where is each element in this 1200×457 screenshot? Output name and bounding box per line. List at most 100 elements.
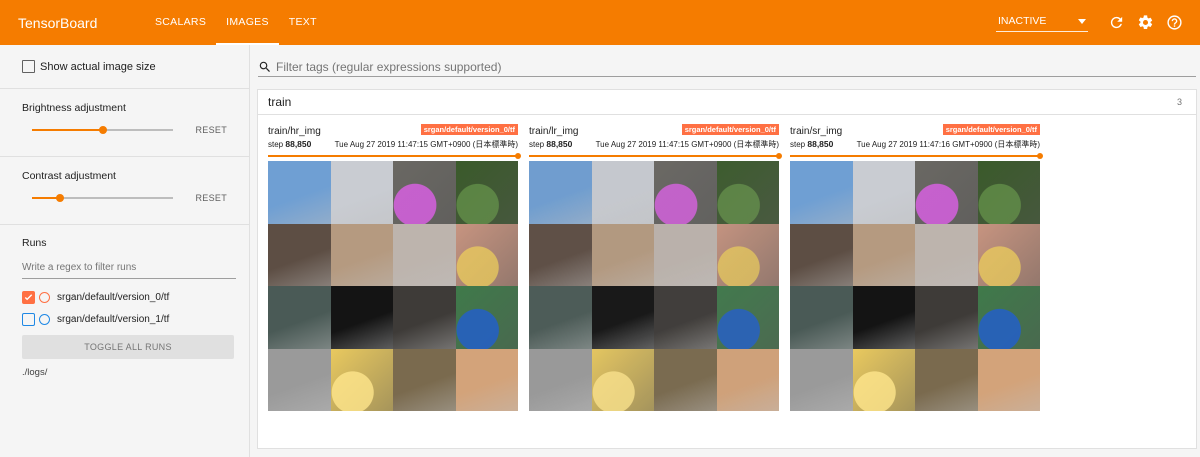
image-tile [455,348,518,411]
step-slider[interactable] [790,153,1043,159]
image-tile [852,348,915,411]
tag-group-header[interactable]: train 3 [258,90,1196,115]
image-tag: train/hr_img [268,126,321,137]
image-tile [268,223,331,286]
help-icon[interactable] [1160,9,1188,37]
tag-group-panel: train 3 train/hr_img srgan/default/versio… [257,89,1197,449]
toggle-all-runs-button[interactable]: TOGGLE ALL RUNS [22,335,234,359]
step-slider[interactable] [268,153,521,159]
run-label: srgan/default/version_0/tf [57,292,170,303]
run-checkbox[interactable] [22,313,35,326]
image-tile [330,348,393,411]
step-slider-handle[interactable] [776,153,782,159]
image-tile [716,348,779,411]
wall-time: Tue Aug 27 2019 11:47:15 GMT+0900 (日本標準時… [334,140,518,149]
step-info: step 88,850 Tue Aug 27 2019 11:47:16 GMT+… [790,139,1040,149]
image-tile [591,286,654,349]
brightness-reset-button[interactable]: RESET [195,125,227,135]
image-tile [790,223,853,286]
run-item[interactable]: srgan/default/version_1/tf [22,313,227,326]
dashboard-select[interactable]: INACTIVE [996,13,1088,32]
image-grid[interactable] [529,161,779,411]
image-tile [852,223,915,286]
image-tile [915,161,978,224]
brightness-slider-fill [32,129,103,131]
tag-group-title: train [268,95,292,109]
runs-filter-input[interactable]: Write a regex to filter runs [22,262,236,279]
image-tile [330,286,393,349]
image-tile [529,223,592,286]
contrast-section: Contrast adjustment RESET [0,157,249,225]
app-title: TensorBoard [18,14,98,31]
show-actual-size-option[interactable]: Show actual image size [0,45,249,89]
step-slider[interactable] [529,153,782,159]
image-grid[interactable] [790,161,1040,411]
run-color-icon[interactable] [39,314,50,325]
run-item[interactable]: srgan/default/version_0/tf [22,291,227,304]
refresh-icon[interactable] [1102,9,1130,37]
run-checkbox[interactable] [22,291,35,304]
run-badge: srgan/default/version_0/tf [420,124,518,135]
image-tile [268,348,331,411]
step-value: 88,850 [285,139,312,149]
step-slider-handle[interactable] [515,153,521,159]
image-tile [977,223,1040,286]
run-color-icon[interactable] [39,292,50,303]
check-icon [24,294,33,301]
brightness-slider-handle[interactable] [98,126,107,134]
step-slider-handle[interactable] [1037,153,1043,159]
runs-title: Runs [22,237,47,249]
contrast-reset-button[interactable]: RESET [195,193,227,203]
brightness-section: Brightness adjustment RESET [0,89,249,157]
caret-down-icon [1078,19,1086,24]
tag-filter-placeholder: Filter tags (regular expressions support… [276,59,502,74]
image-tag: train/lr_img [529,126,579,137]
image-tile [654,223,717,286]
image-tile [330,223,393,286]
brightness-slider[interactable] [32,124,174,136]
toolbar-right: INACTIVE [996,0,1200,45]
dashboard-tabs: SCALARS IMAGES TEXT [145,0,327,45]
tab-text[interactable]: TEXT [279,0,327,45]
tag-group-count: 3 [1176,97,1182,107]
tab-images[interactable]: IMAGES [216,0,279,45]
dashboard-select-value: INACTIVE [998,15,1047,27]
run-badge: srgan/default/version_0/tf [681,124,779,135]
step-label: step [790,140,806,149]
step-label: step [529,140,545,149]
wall-time: Tue Aug 27 2019 11:47:16 GMT+0900 (日本標準時… [856,140,1040,149]
run-badge: srgan/default/version_0/tf [942,124,1040,135]
contrast-title: Contrast adjustment [22,170,116,182]
top-bar: TensorBoard SCALARS IMAGES TEXT INACTIVE [0,0,1200,45]
image-tile [330,161,393,224]
tag-filter-input[interactable]: Filter tags (regular expressions support… [258,57,1196,77]
show-actual-size-checkbox[interactable] [22,60,35,73]
contrast-slider[interactable] [32,192,174,204]
image-tile [529,286,592,349]
image-tile [915,348,978,411]
search-icon [259,61,270,72]
image-tile [716,223,779,286]
contrast-slider-handle[interactable] [56,194,65,202]
tab-scalars[interactable]: SCALARS [145,0,216,45]
image-grid[interactable] [268,161,518,411]
image-tag: train/sr_img [790,126,843,137]
image-tile [790,286,853,349]
image-tile [654,161,717,224]
settings-icon[interactable] [1131,9,1159,37]
image-tile [529,161,592,224]
image-tile [455,286,518,349]
image-tile [915,223,978,286]
image-tile [790,348,853,411]
image-tile [268,286,331,349]
step-value: 88,850 [546,139,573,149]
image-tile [977,286,1040,349]
image-tile [393,286,456,349]
image-tile [268,161,331,224]
image-tile [654,348,717,411]
image-tile [852,161,915,224]
run-label: srgan/default/version_1/tf [57,314,170,325]
brightness-title: Brightness adjustment [22,102,126,114]
image-tile [393,223,456,286]
step-label: step [268,140,284,149]
